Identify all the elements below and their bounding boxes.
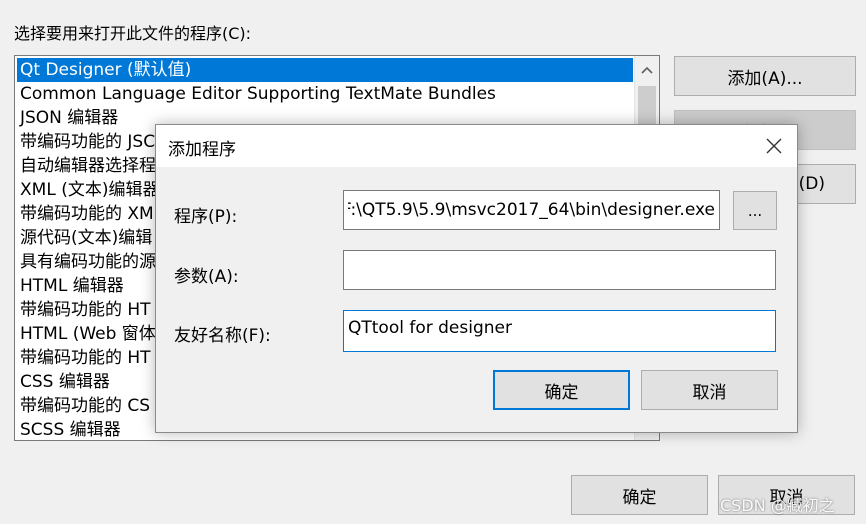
args-label: 参数(A): <box>174 267 239 287</box>
scroll-up-arrow-icon[interactable] <box>635 56 659 84</box>
list-item[interactable]: Common Language Editor Supporting TextMa… <box>15 82 659 106</box>
close-icon <box>766 138 782 154</box>
add-button[interactable]: 添加(A)... <box>674 56 856 96</box>
dialog-titlebar[interactable]: 添加程序 <box>156 125 797 167</box>
dialog-close-button[interactable] <box>757 129 791 163</box>
dialog-title: 添加程序 <box>168 140 236 160</box>
main-ok-button[interactable]: 确定 <box>571 475 708 515</box>
program-label: 程序(P): <box>174 207 238 227</box>
browse-button[interactable]: ... <box>733 191 777 230</box>
dialog-ok-button[interactable]: 确定 <box>493 370 630 410</box>
friendly-name-input[interactable] <box>343 310 776 352</box>
program-list-label: 选择要用来打开此文件的程序(C): <box>14 24 252 43</box>
dialog-cancel-button[interactable]: 取消 <box>641 370 778 410</box>
watermark: CSDN @臧初之 <box>720 496 835 515</box>
program-path-input[interactable] <box>343 190 720 230</box>
list-item-qt-designer[interactable]: Qt Designer (默认值) <box>17 58 633 82</box>
args-input[interactable] <box>343 250 776 290</box>
add-program-dialog: 添加程序 程序(P): ... 参数(A): 友好名称(F): 确定 取消 <box>155 124 798 433</box>
friendly-name-label: 友好名称(F): <box>174 326 271 346</box>
